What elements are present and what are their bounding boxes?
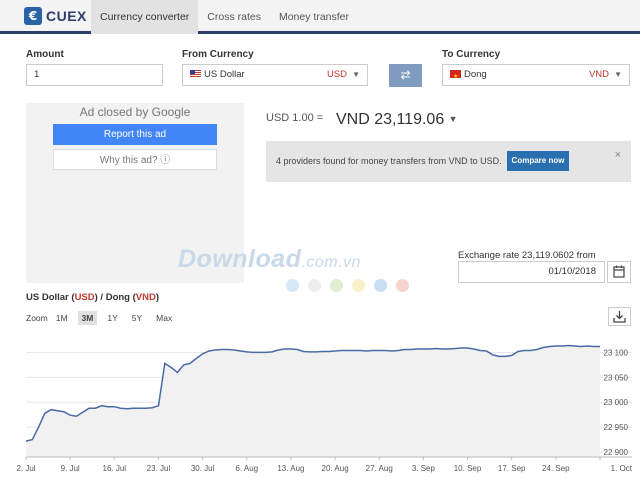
to-currency-name: Dong xyxy=(464,69,487,80)
x-tick-label: 23. Jul xyxy=(147,464,171,473)
to-currency-label: To Currency xyxy=(442,49,501,60)
exchange-rate-chart[interactable]: 22 900 22 950 23 000 23 050 23 100 2. Jul 9. J… xyxy=(0,330,640,477)
logo[interactable]: € CUEX xyxy=(24,7,87,25)
zoom-1m-button[interactable]: 1M xyxy=(52,311,72,325)
x-tick-label: 27. Aug xyxy=(366,464,393,473)
close-icon[interactable]: × xyxy=(615,149,621,161)
x-tick-label: 30. Jul xyxy=(191,464,215,473)
from-currency-label: From Currency xyxy=(182,49,254,60)
from-currency-name: US Dollar xyxy=(204,69,245,80)
euro-dollar-logo-icon: € xyxy=(24,7,42,25)
base-amount: USD 1.00 = xyxy=(266,112,324,124)
vietnam-flag-icon xyxy=(450,67,461,87)
x-tick-label: 10. Sep xyxy=(454,464,482,473)
watermark-sub: .com.vn xyxy=(301,254,361,271)
chart-title-from: USD xyxy=(74,292,95,303)
chevron-down-icon: ▼ xyxy=(614,70,622,79)
y-tick-label: 23 000 xyxy=(604,398,629,407)
amount-input[interactable]: 1 xyxy=(26,64,163,86)
watermark-dot xyxy=(374,279,387,292)
date-value: 01/10/2018 xyxy=(548,266,596,277)
x-tick-label: 20. Aug xyxy=(322,464,349,473)
top-bar: € CUEX Currency converter Cross rates Mo… xyxy=(0,0,640,34)
x-tick-label: 2. Jul xyxy=(16,464,35,473)
watermark-dots xyxy=(286,279,418,292)
zoom-5y-button[interactable]: 5Y xyxy=(128,311,146,325)
x-tick-label: 1. Oct xyxy=(611,464,633,473)
ad-closed-text: Ad closed by Google xyxy=(79,105,191,119)
chart-title-mid: ) / Dong ( xyxy=(94,292,136,303)
zoom-max-button[interactable]: Max xyxy=(152,311,176,325)
watermark-dot xyxy=(308,279,321,292)
report-ad-button[interactable]: Report this ad xyxy=(53,124,217,145)
swap-arrows-icon: ⇄ xyxy=(400,68,411,82)
from-currency-select[interactable]: US Dollar USD ▼ xyxy=(182,64,368,86)
tab-currency-converter[interactable]: Currency converter xyxy=(91,0,199,34)
converted-amount[interactable]: VND 23,119.06 ▼ xyxy=(336,111,458,129)
converted-value: VND 23,119.06 xyxy=(336,111,445,128)
exchange-rate-label: Exchange rate 23,119.0602 from xyxy=(458,250,596,261)
x-tick-label: 17. Sep xyxy=(498,464,526,473)
watermark-dot xyxy=(352,279,365,292)
chart-title-prefix: US Dollar ( xyxy=(26,292,75,303)
y-tick-label: 23 100 xyxy=(604,348,629,357)
zoom-controls: Zoom 1M 3M 1Y 5Y Max xyxy=(26,311,176,325)
watermark-main: Download xyxy=(178,245,302,273)
watermark-dot xyxy=(396,279,409,292)
caret-down-icon: ▼ xyxy=(448,114,458,124)
calendar-button[interactable] xyxy=(607,261,631,283)
why-this-ad-button[interactable]: Why this ad? ⓘ xyxy=(53,149,217,170)
export-chart-button[interactable] xyxy=(608,307,631,326)
chart-title-suffix: ) xyxy=(155,292,160,303)
from-currency-code: USD xyxy=(326,69,347,80)
tab-cross-rates[interactable]: Cross rates xyxy=(198,0,270,34)
watermark: Download.com.vn xyxy=(178,245,361,274)
watermark-dot xyxy=(330,279,343,292)
x-tick-label: 24. Sep xyxy=(542,464,570,473)
date-input[interactable]: 01/10/2018 xyxy=(458,261,605,283)
y-tick-label: 23 050 xyxy=(604,373,629,382)
amount-value: 1 xyxy=(34,69,40,80)
compare-now-button[interactable]: Compare now xyxy=(507,151,569,171)
x-tick-label: 6. Aug xyxy=(235,464,258,473)
chevron-down-icon: ▼ xyxy=(352,70,360,79)
watermark-dot xyxy=(286,279,299,292)
x-tick-label: 16. Jul xyxy=(103,464,127,473)
tab-money-transfer[interactable]: Money transfer xyxy=(270,0,358,34)
amount-label: Amount xyxy=(26,49,64,60)
logo-text: CUEX xyxy=(46,8,87,24)
swap-currencies-button[interactable]: ⇄ xyxy=(389,64,422,87)
y-tick-label: 22 900 xyxy=(604,448,629,457)
chart-title-to: VND xyxy=(135,292,156,303)
providers-text: 4 providers found for money transfers fr… xyxy=(276,156,502,166)
us-flag-icon xyxy=(190,70,201,78)
providers-notice: 4 providers found for money transfers fr… xyxy=(266,141,631,182)
x-tick-label: 3. Sep xyxy=(412,464,436,473)
zoom-label: Zoom xyxy=(26,313,48,323)
calendar-icon xyxy=(613,265,625,278)
to-currency-select[interactable]: Dong VND ▼ xyxy=(442,64,630,87)
x-tick-label: 13. Aug xyxy=(277,464,304,473)
to-currency-code: VND xyxy=(588,69,609,80)
x-tick-label: 9. Jul xyxy=(61,464,80,473)
zoom-3m-button[interactable]: 3M xyxy=(77,311,98,325)
zoom-1y-button[interactable]: 1Y xyxy=(103,311,121,325)
main-nav: Currency converter Cross rates Money tra… xyxy=(91,0,358,34)
y-tick-label: 22 950 xyxy=(604,423,629,432)
download-icon xyxy=(613,311,626,323)
chart-title: US Dollar (USD) / Dong (VND) xyxy=(26,292,159,303)
